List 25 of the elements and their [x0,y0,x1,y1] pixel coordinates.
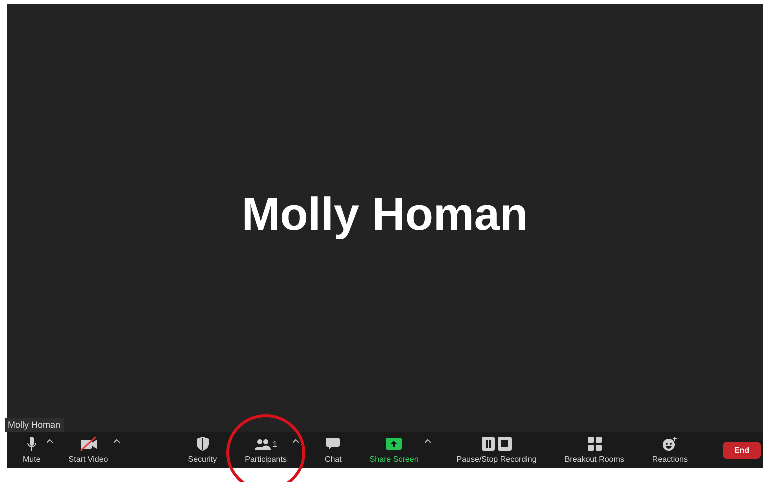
microphone-icon [26,436,37,452]
video-button[interactable]: Start Video [64,434,112,466]
caret-icon[interactable] [44,438,55,442]
caret-icon[interactable] [112,438,122,442]
participant-count: 1 [272,440,278,448]
chat-button[interactable]: Chat [320,434,346,466]
reactions-button[interactable]: Reactions [648,434,692,466]
mic-button[interactable]: Mute [19,434,45,466]
smiley-icon [662,437,678,451]
participant-name: Molly Homan [242,187,528,241]
people-icon [254,438,271,450]
end-button[interactable]: End [723,442,761,458]
name-tag: Molly Homan [5,418,64,432]
caret-icon[interactable] [422,438,433,442]
pause-stop-icon [482,437,512,451]
security-button[interactable]: Security [184,434,222,466]
participants-button[interactable]: 1 Participants [241,434,291,466]
chat-bubble-icon [326,438,340,450]
grid-icon [588,437,602,451]
share-button[interactable]: Share Screen [366,434,423,466]
shield-icon [196,437,209,451]
camera-off-icon [80,437,98,451]
record-button[interactable]: Pause/Stop Recording [452,434,541,466]
caret-icon[interactable] [290,438,301,442]
breakout-button[interactable]: Breakout Rooms [560,434,628,466]
